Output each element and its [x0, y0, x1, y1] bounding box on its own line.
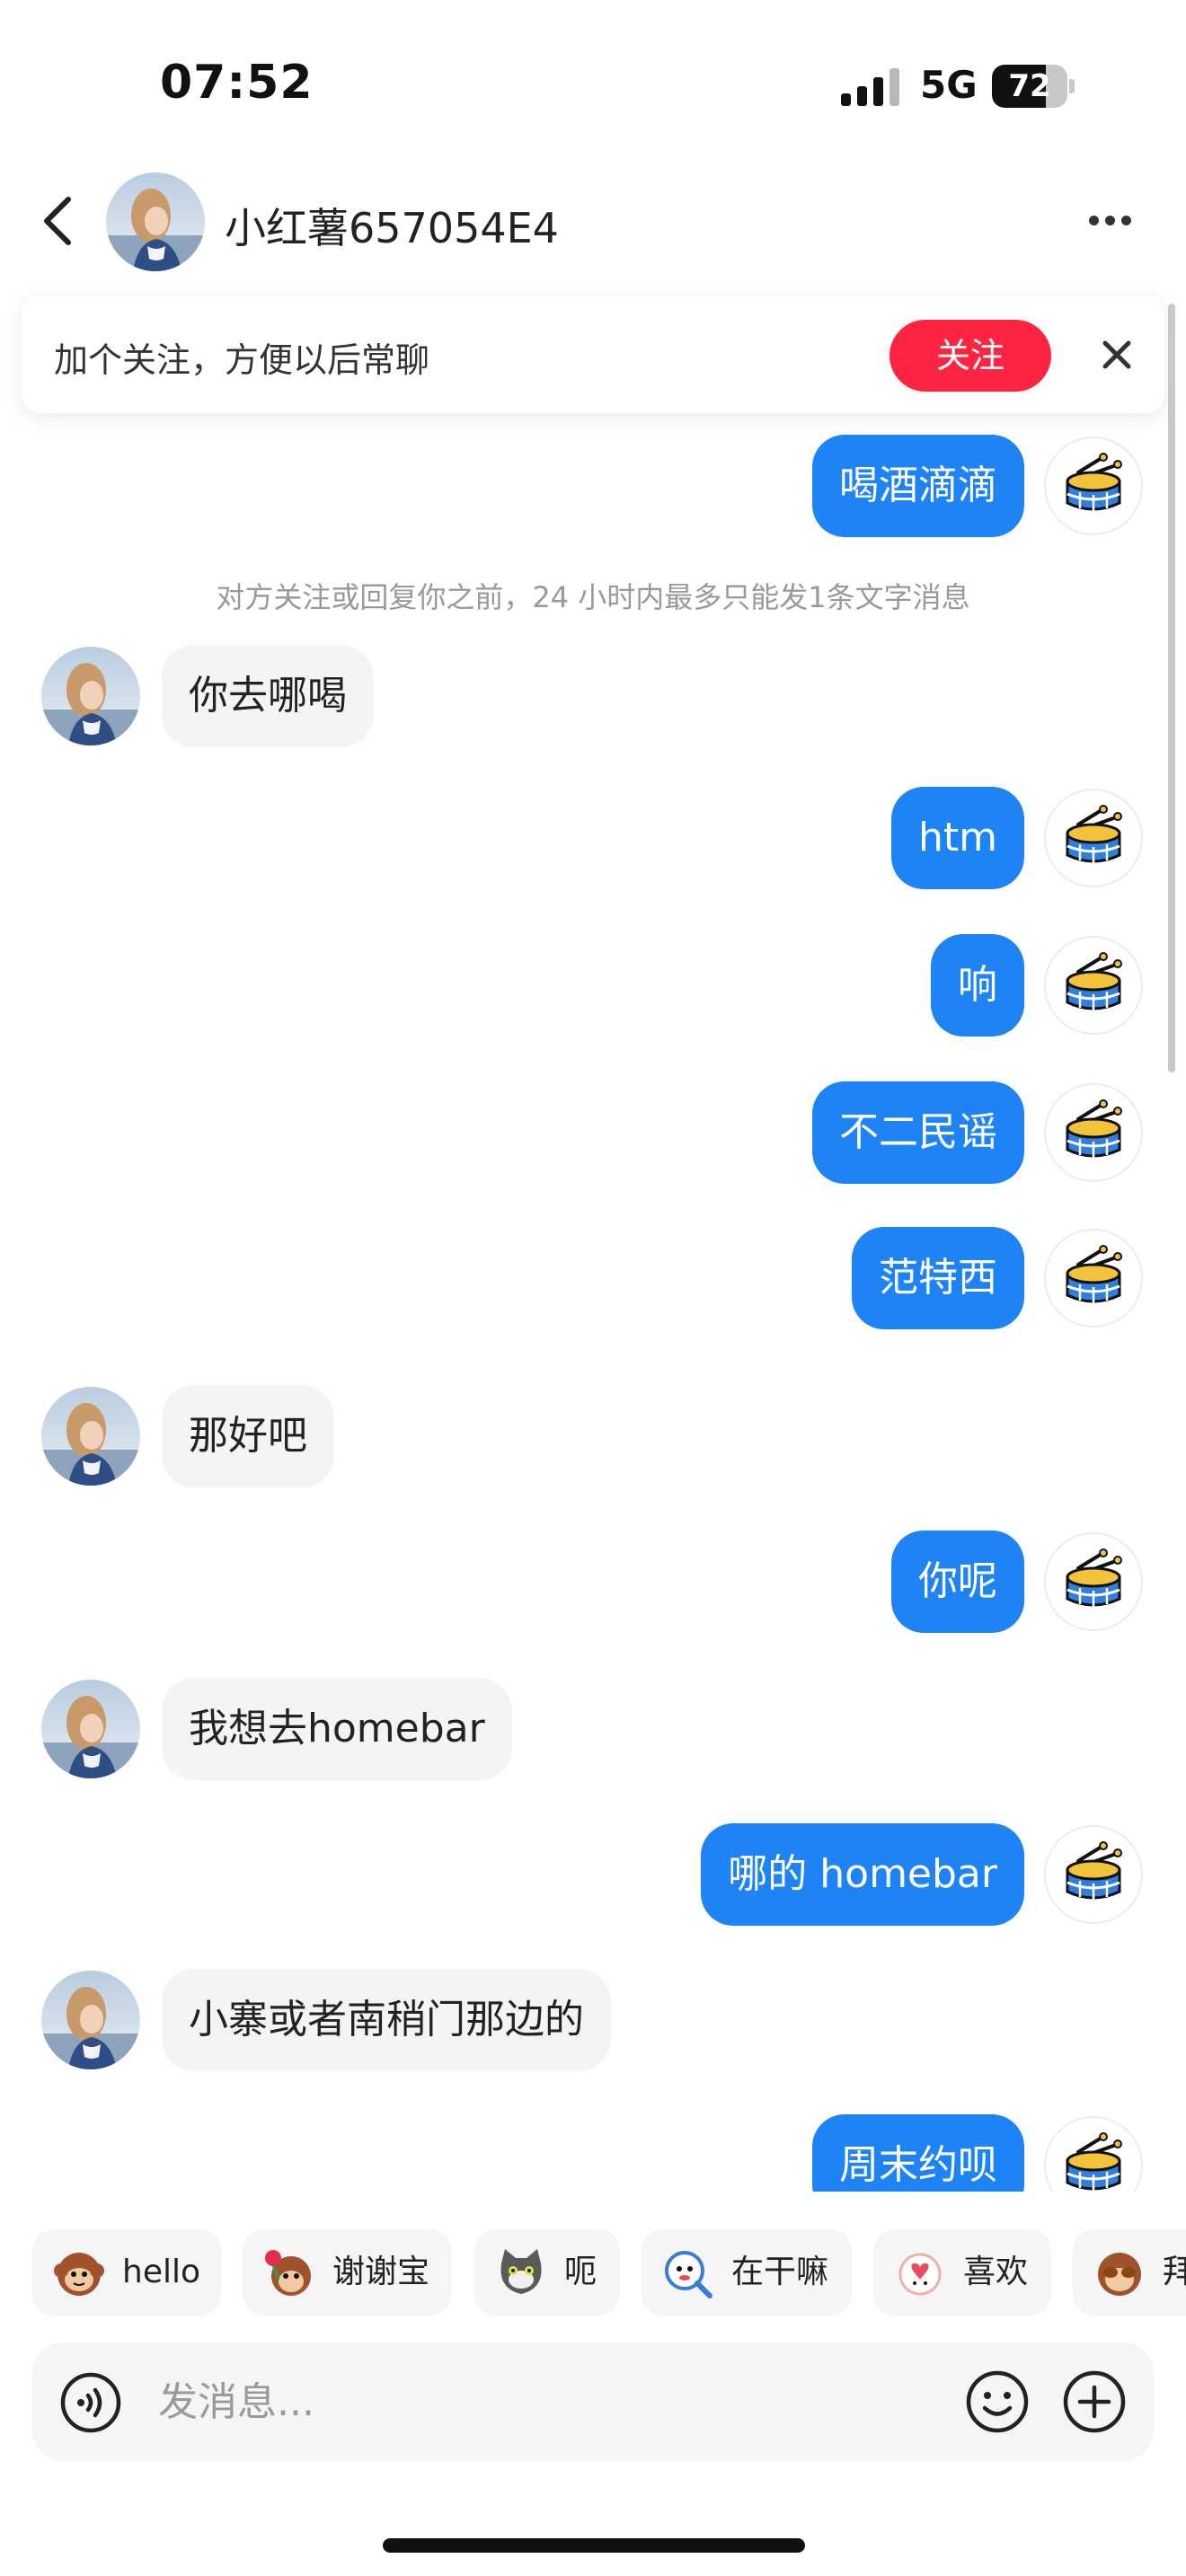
back-button[interactable] [36, 190, 81, 251]
chat-header: 小红薯657054E4 [0, 158, 1186, 284]
quick-reply-label: 谢谢宝 [332, 2254, 430, 2290]
outgoing-message: htm [0, 787, 1186, 889]
quick-reply-chip[interactable]: 喜欢 [873, 2229, 1051, 2316]
follow-prompt-text: 加个关注，方便以后常聊 [54, 340, 430, 380]
message-bubble[interactable]: 不二民谣 [812, 1081, 1024, 1184]
outgoing-message: 你呢 [0, 1531, 1186, 1633]
contact-avatar[interactable] [41, 647, 140, 745]
outgoing-message: 哪的 homebar [0, 1823, 1186, 1926]
message-bubble[interactable]: 周末约呗 [812, 2114, 1024, 2192]
my-avatar[interactable] [1044, 2116, 1143, 2192]
outgoing-message: 喝酒滴滴 [0, 435, 1186, 537]
message-bubble[interactable]: 我想去homebar [162, 1678, 512, 1780]
voice-icon [60, 2372, 121, 2433]
plus-circle-icon [1063, 2370, 1126, 2433]
message-bubble[interactable]: 小寨或者南稍门那边的 [162, 1969, 611, 2071]
message-bubble[interactable]: htm [891, 787, 1024, 889]
contact-avatar[interactable] [41, 1971, 140, 2069]
quick-reply-label: 呃 [564, 2254, 597, 2290]
message-bubble[interactable]: 那好吧 [162, 1385, 334, 1487]
contact-avatar[interactable] [106, 172, 205, 271]
outgoing-message: 响 [0, 934, 1186, 1037]
chat-title: 小红薯657054E4 [225, 204, 559, 252]
quick-reply-label: 在干嘛 [731, 2254, 829, 2290]
banner-close-button[interactable] [1091, 329, 1143, 381]
my-avatar[interactable] [1044, 1083, 1143, 1182]
message-input[interactable] [158, 2366, 877, 2438]
incoming-message: 我想去homebar [0, 1678, 1186, 1780]
outgoing-message: 周末约呗 [0, 2114, 1186, 2192]
quick-reply-chip[interactable]: 谢谢宝 [243, 2229, 451, 2316]
contact-avatar[interactable] [41, 1387, 140, 1486]
quick-reply-label: 喜欢 [963, 2254, 1029, 2290]
voice-button[interactable] [59, 2371, 122, 2434]
message-composer [32, 2342, 1154, 2461]
message-bubble[interactable]: 你去哪喝 [162, 645, 374, 747]
follow-button[interactable]: 关注 [890, 320, 1051, 392]
cat-sticker-icon [500, 2249, 542, 2294]
incoming-message: 那好吧 [0, 1385, 1186, 1487]
monkey-bye-sticker-icon [1098, 2253, 1141, 2296]
message-bubble[interactable]: 范特西 [852, 1227, 1024, 1329]
home-indicator[interactable] [383, 2538, 805, 2553]
quick-reply-chip[interactable]: hello [32, 2229, 221, 2316]
outgoing-message: 不二民谣 [0, 1081, 1186, 1184]
rate-limit-notice: 对方关注或回复你之前，24 小时内最多只能发1条文字消息 [216, 580, 970, 614]
quick-reply-chip[interactable]: 在干嘛 [642, 2229, 852, 2316]
quick-reply-chip[interactable]: 拜 [1073, 2229, 1186, 2316]
my-avatar[interactable] [1044, 936, 1143, 1035]
quick-reply-label: 拜 [1163, 2254, 1186, 2290]
quick-reply-chip[interactable]: 呃 [474, 2229, 620, 2316]
monkey-sticker-icon [54, 2253, 104, 2296]
follow-banner: 加个关注，方便以后常聊 关注 [22, 296, 1164, 413]
incoming-message: 你去哪喝 [0, 645, 1186, 747]
my-avatar[interactable] [1044, 1825, 1143, 1924]
message-bubble[interactable]: 哪的 homebar [701, 1823, 1024, 1926]
my-avatar[interactable] [1044, 789, 1143, 887]
my-avatar[interactable] [1044, 437, 1143, 535]
message-bubble[interactable]: 你呢 [891, 1531, 1024, 1633]
scrollbar[interactable] [1168, 304, 1175, 1072]
quick-reply-label: hello [122, 2254, 200, 2290]
emoji-button[interactable] [965, 2369, 1030, 2434]
avatar-image [106, 172, 205, 271]
quick-reply-bar: hello 谢谢宝 呃 在干嘛 喜欢 拜 [0, 2229, 1186, 2316]
incoming-message: 小寨或者南稍门那边的 [0, 1969, 1186, 2071]
heart-sticker-icon [898, 2253, 942, 2296]
message-bubble[interactable]: 喝酒滴滴 [812, 435, 1024, 537]
chevron-left-icon [44, 197, 71, 245]
monkey-rose-sticker-icon [265, 2250, 311, 2296]
outgoing-message: 范特西 [0, 1227, 1186, 1329]
message-bubble[interactable]: 响 [931, 934, 1024, 1037]
contact-avatar[interactable] [41, 1680, 140, 1778]
my-avatar[interactable] [1044, 1532, 1143, 1631]
smiley-icon [966, 2370, 1029, 2433]
close-icon [1102, 340, 1131, 369]
more-button[interactable] [1078, 201, 1141, 237]
magnifier-sticker-icon [665, 2251, 712, 2298]
more-actions-button[interactable] [1062, 2369, 1127, 2434]
chat-screen: 07:52 5G 72 对方关注或回复你之前，24 小时内最多只能发1条文字消息… [0, 0, 1186, 2576]
my-avatar[interactable] [1044, 1229, 1143, 1328]
